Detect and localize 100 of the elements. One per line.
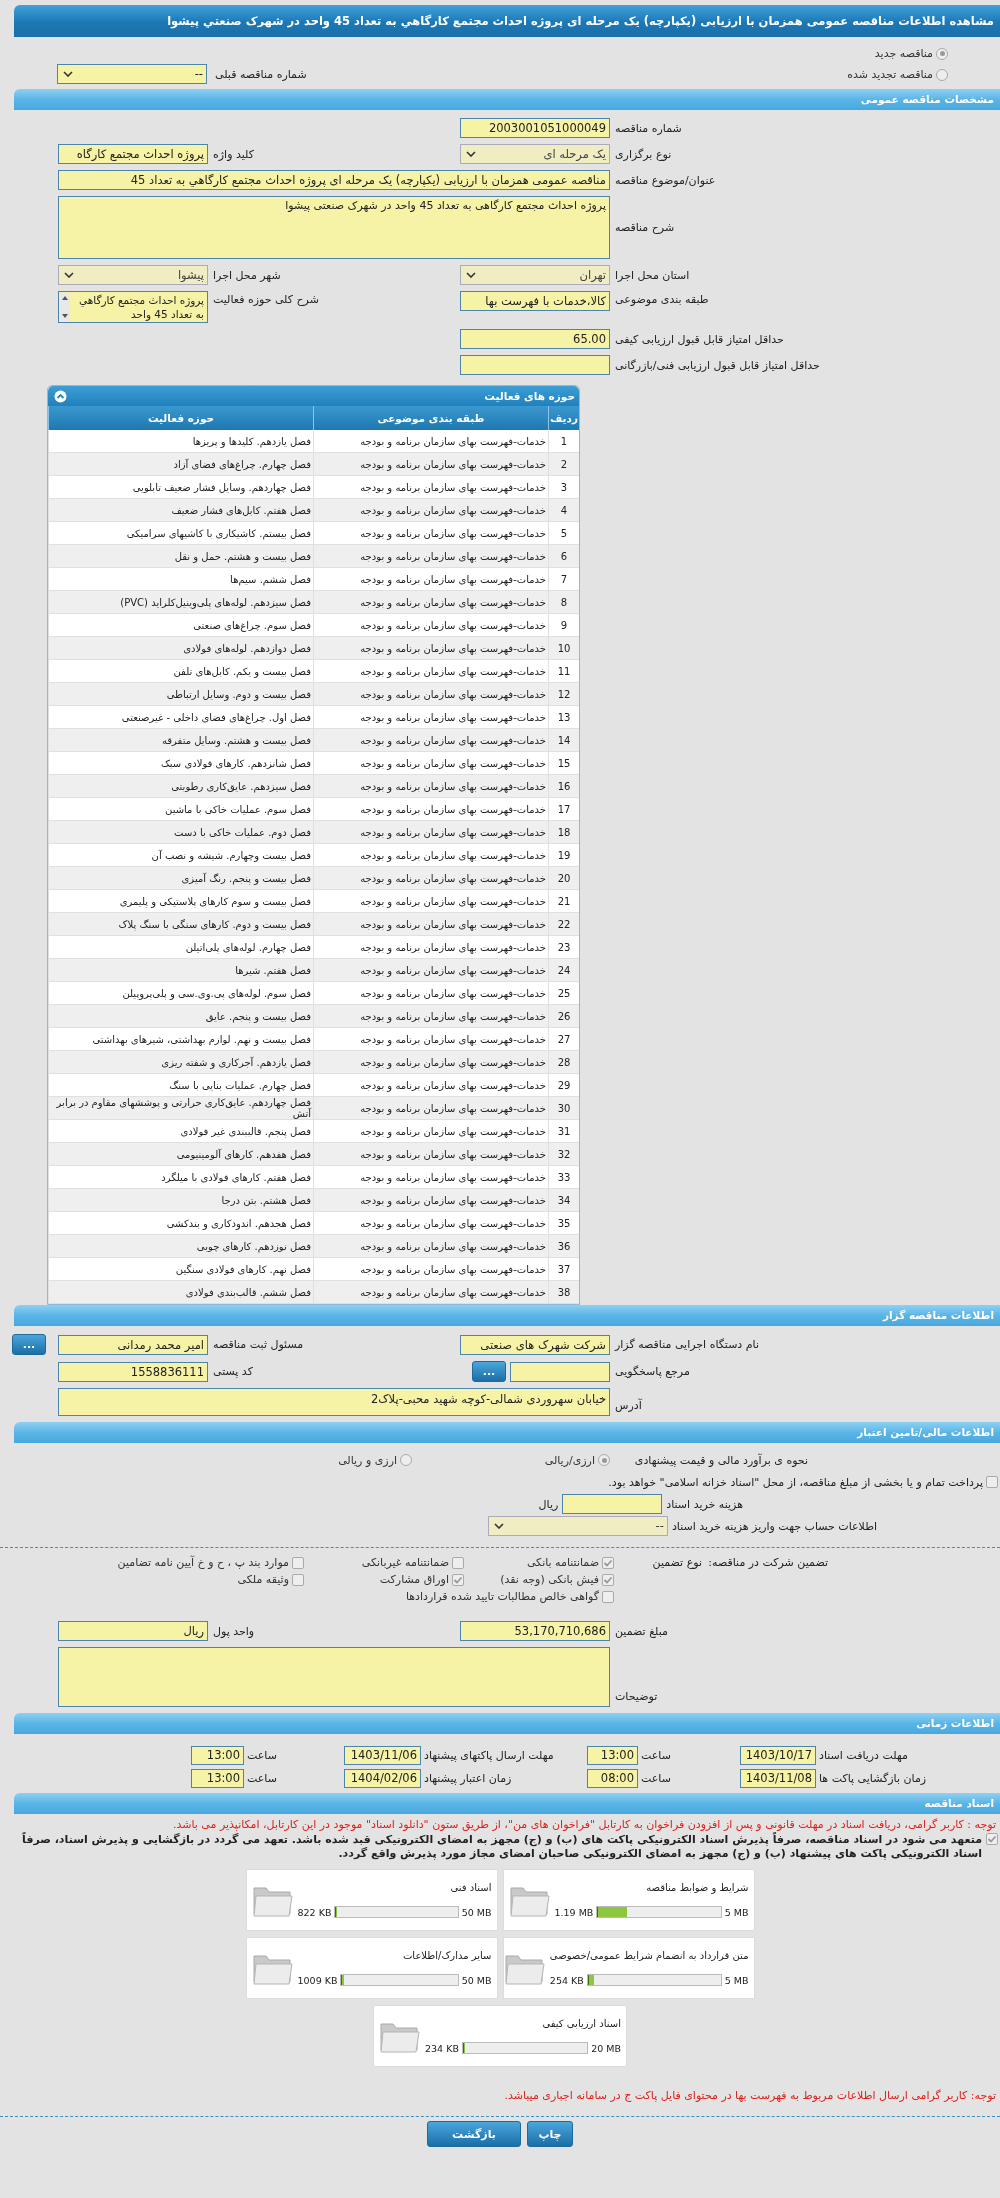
collapse-icon[interactable]	[54, 389, 67, 403]
table-cell: فصل بیست و یکم. کابل‌های تلفن	[48, 659, 314, 683]
radio-label: مناقصه جدید	[874, 47, 948, 60]
radio-button[interactable]	[598, 1454, 610, 1466]
table-cell: فصل شانزدهم. کارهای فولادی سبک	[48, 751, 314, 775]
table-cell: خدمات-فهرست بهای سازمان برنامه و بودجه	[313, 751, 549, 775]
browse-button[interactable]: ...	[472, 1361, 506, 1382]
action-button[interactable]: چاپ	[527, 2121, 573, 2147]
field-label: نحوه ی برآورد مالی و قیمت پیشنهادی	[634, 1453, 808, 1467]
reference-field[interactable]	[510, 1361, 610, 1382]
field-label: زمان اعتبار پیشنهاد	[423, 1772, 512, 1785]
keyword-field[interactable]: پروژه احداث مجتمع کارگاه	[58, 144, 208, 164]
previous-tender-select[interactable]: --	[57, 64, 207, 84]
time-field[interactable]: 13:00	[587, 1746, 638, 1765]
table-cell: 31	[548, 1119, 579, 1143]
city-select[interactable]: پیشوا	[58, 265, 208, 285]
checkbox[interactable]	[292, 1556, 304, 1569]
table-cell: 25	[548, 981, 579, 1005]
checkbox[interactable]	[292, 1573, 304, 1586]
date-field[interactable]: 1403/11/06	[344, 1746, 421, 1765]
field-label: ساعت	[246, 1749, 277, 1762]
table-cell: فصل بیست و دوم. وسایل ارتباطی	[48, 682, 314, 706]
account-select[interactable]: --	[487, 1516, 668, 1536]
postal-code-field[interactable]: 1558836111	[58, 1361, 208, 1382]
section-header: اطلاعات مالی/تامین اعتبار	[14, 1422, 1000, 1443]
action-button[interactable]: بازگشت	[427, 2121, 521, 2147]
table-cell: خدمات-فهرست بهای سازمان برنامه و بودجه	[313, 1027, 549, 1051]
checkbox[interactable]	[452, 1556, 464, 1569]
field-label: ساعت	[640, 1772, 671, 1785]
radio-button[interactable]	[936, 47, 948, 60]
field-label: حداقل امتیاز قابل قبول ارزیابی فنی/بازرگانی	[614, 358, 820, 372]
table-cell: 14	[548, 728, 579, 752]
checkbox[interactable]	[452, 1573, 464, 1586]
checkbox[interactable]	[986, 1476, 998, 1488]
section-header: اطلاعات مناقصه گزار	[14, 1305, 1000, 1326]
table-cell: خدمات-فهرست بهای سازمان برنامه و بودجه	[313, 567, 549, 591]
field-label: شرح مناقصه	[614, 221, 675, 234]
time-field[interactable]: 13:00	[191, 1746, 244, 1765]
scrollbar-icon	[60, 293, 70, 321]
field-label: حداقل امتیاز قابل قبول ارزیابی کیفی	[614, 332, 784, 346]
radio-label: مناقصه تجدید شده	[847, 68, 948, 81]
notes-textarea[interactable]	[58, 1647, 610, 1707]
date-field[interactable]: 1403/10/17	[740, 1746, 816, 1765]
checkbox[interactable]	[602, 1590, 614, 1603]
table-cell: خدمات-فهرست بهای سازمان برنامه و بودجه	[313, 843, 549, 867]
table-cell: 24	[548, 958, 579, 982]
field-label: ساعت	[246, 1772, 277, 1785]
table-cell: 12	[548, 682, 579, 706]
time-field[interactable]: 08:00	[587, 1769, 638, 1788]
field-label: نام دستگاه اجرایی مناقصه گزار	[613, 1338, 759, 1351]
amount-field[interactable]: 53,170,710,686	[460, 1621, 610, 1641]
holding-type-select[interactable]: یک مرحله ای	[460, 144, 610, 164]
browse-button[interactable]: ...	[12, 1334, 46, 1355]
quality-score-field[interactable]: 65.00	[460, 329, 610, 349]
field-label: تضمین شرکت در مناقصه:	[708, 1556, 828, 1569]
checkbox[interactable]	[602, 1556, 614, 1569]
radio-button[interactable]	[400, 1454, 412, 1466]
registrar-field[interactable]: امیر محمد رمدانی	[58, 1334, 208, 1355]
agency-field[interactable]: شرکت شهرک های صنعتی	[460, 1334, 610, 1355]
table-cell: 36	[548, 1234, 579, 1258]
category-field[interactable]: کالا،خدمات با فهرست بها	[460, 291, 610, 311]
table-cell: خدمات-فهرست بهای سازمان برنامه و بودجه	[313, 935, 549, 959]
checkbox[interactable]	[986, 1833, 998, 1845]
radio-button[interactable]	[936, 68, 948, 81]
technical-score-field[interactable]	[460, 355, 610, 375]
tender-number-field[interactable]: 2003001051000049	[460, 118, 610, 138]
date-field[interactable]: 1403/11/08	[740, 1769, 816, 1788]
province-select[interactable]: تهران	[460, 265, 610, 285]
table-cell: 29	[548, 1073, 579, 1097]
checkbox-label: ضمانتنامه بانکی	[464, 1556, 614, 1569]
fee-field[interactable]	[562, 1494, 663, 1514]
checkbox[interactable]	[602, 1573, 614, 1586]
table-cell: خدمات-فهرست بهای سازمان برنامه و بودجه	[313, 1165, 549, 1189]
table-cell: 13	[548, 705, 579, 729]
date-field[interactable]: 1404/02/06	[344, 1769, 421, 1788]
field-label: مسئول ثبت مناقصه	[212, 1338, 304, 1351]
address-textarea[interactable]: خیابان سهروردی شمالی-کوچه شهید محبی-پلاک2	[58, 1388, 610, 1416]
activity-listbox[interactable]: پروژه احداث مجتمع کارگاهي به تعداد 45 واحد	[58, 291, 208, 323]
table-cell: 5	[548, 521, 579, 545]
subject-field[interactable]: مناقصه عمومی همزمان با ارزیابی (یکپارچه) یک مرحله ای پروژه احداث مجتمع کارگاهي به تعداد 45	[58, 170, 610, 190]
table-cell: خدمات-فهرست بهای سازمان برنامه و بودجه	[313, 682, 549, 706]
currency-field[interactable]: ریال	[58, 1621, 208, 1641]
file-name: شرایط و ضوابط مناقصه	[645, 1882, 749, 1893]
table-cell: خدمات-فهرست بهای سازمان برنامه و بودجه	[313, 1257, 549, 1281]
table-cell: خدمات-فهرست بهای سازمان برنامه و بودجه	[313, 1211, 549, 1235]
time-field[interactable]: 13:00	[191, 1769, 244, 1788]
size-limit: 50 MB	[461, 1974, 492, 1986]
table-cell: خدمات-فهرست بهای سازمان برنامه و بودجه	[313, 475, 549, 499]
table-cell: 7	[548, 567, 579, 591]
table-cell: خدمات-فهرست بهای سازمان برنامه و بودجه	[313, 958, 549, 982]
table-cell: خدمات-فهرست بهای سازمان برنامه و بودجه	[313, 613, 549, 637]
field-label: شماره مناقصه قبلی	[215, 67, 307, 81]
table-cell: خدمات-فهرست بهای سازمان برنامه و بودجه	[313, 1050, 549, 1074]
size-used: 822 KB	[297, 1906, 332, 1918]
field-label: نوع برگزاری	[614, 147, 672, 161]
field-label: مرجع پاسخگویی	[614, 1365, 690, 1378]
table-cell: خدمات-فهرست بهای سازمان برنامه و بودجه	[313, 1073, 549, 1097]
description-textarea[interactable]: پروژه احداث مجتمع کارگاهی به تعداد 45 واحد در شهرک صنعتی پیشوا	[58, 196, 610, 259]
table-cell: خدمات-فهرست بهای سازمان برنامه و بودجه	[313, 590, 549, 614]
radio-label: ارزی/ریالی	[544, 1453, 610, 1467]
